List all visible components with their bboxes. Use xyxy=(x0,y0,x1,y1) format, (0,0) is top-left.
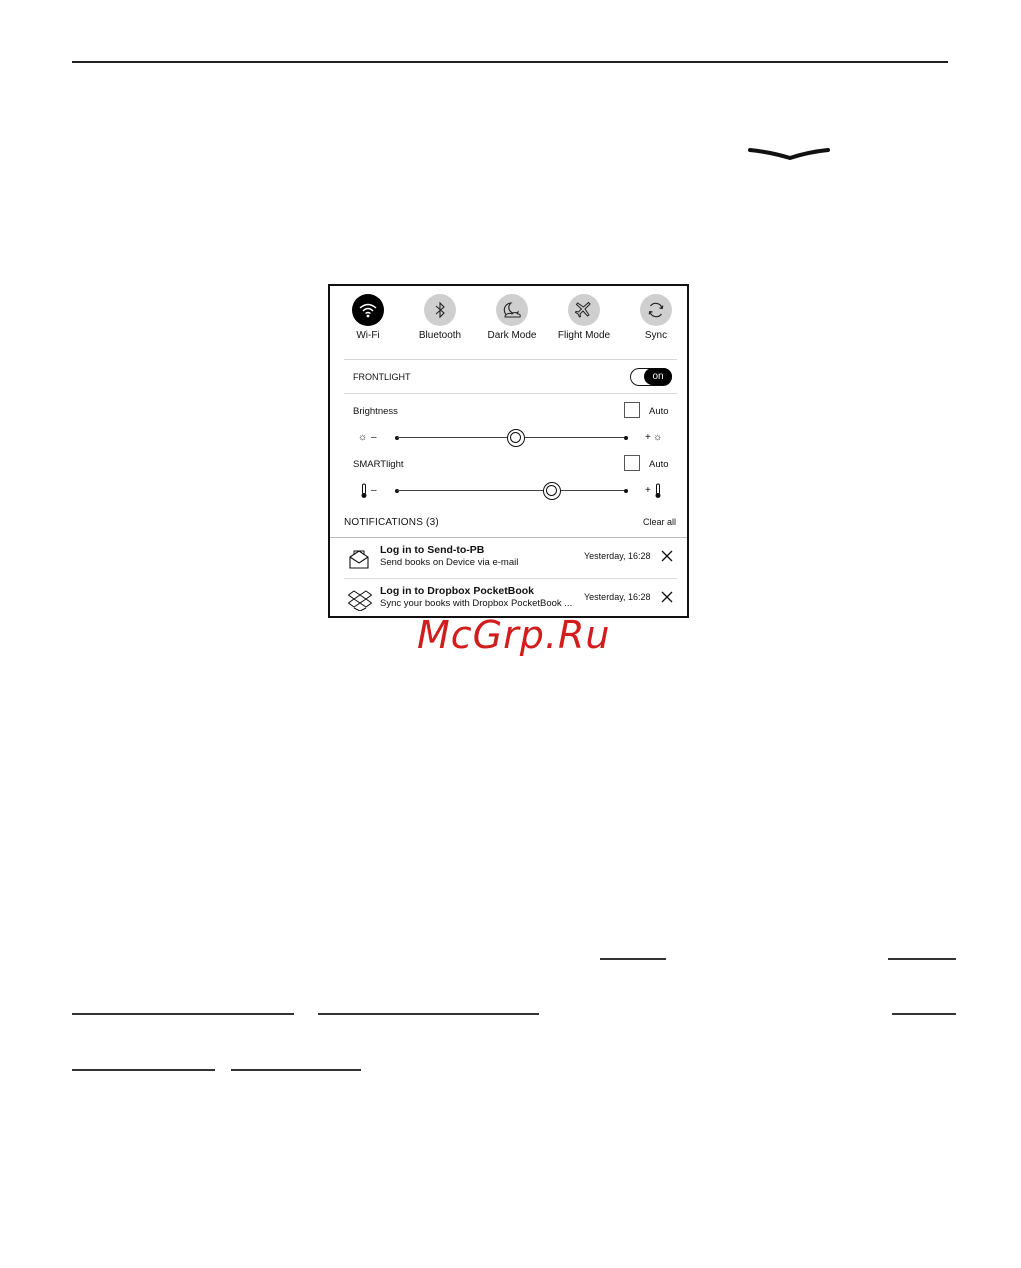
flight-mode-toggle[interactable]: Flight Mode xyxy=(548,294,620,341)
slider-max-dot xyxy=(624,436,628,440)
bluetooth-icon xyxy=(424,294,456,326)
underline-rule xyxy=(72,1069,215,1071)
divider xyxy=(344,393,677,394)
clear-all-button[interactable]: Clear all xyxy=(643,517,676,527)
notification-subtitle: Sync your books with Dropbox PocketBook … xyxy=(380,598,573,609)
thermometer-cold-icon xyxy=(361,483,367,498)
divider xyxy=(330,537,687,538)
slider-max-dot xyxy=(624,489,628,493)
watermark-text: McGrp.Ru xyxy=(417,613,611,657)
sync-toggle[interactable]: Sync xyxy=(620,294,692,341)
underline-rule xyxy=(600,958,666,960)
sun-bright-icon: ☼ xyxy=(653,432,663,443)
smartlight-plus: + xyxy=(645,485,651,496)
dropbox-icon xyxy=(348,590,372,611)
brightness-auto-checkbox[interactable] xyxy=(624,402,640,418)
bluetooth-toggle[interactable]: Bluetooth xyxy=(404,294,476,341)
close-icon[interactable] xyxy=(660,590,674,604)
brightness-plus: + xyxy=(645,432,651,443)
sync-icon xyxy=(640,294,672,326)
notifications-header: NOTIFICATIONS (3) xyxy=(344,517,439,528)
notification-time: Yesterday, 16:28 xyxy=(584,551,651,561)
smartlight-slider-thumb[interactable] xyxy=(543,482,562,500)
divider xyxy=(344,359,677,360)
underline-rule xyxy=(892,1013,956,1015)
dark-mode-label: Dark Mode xyxy=(487,330,537,341)
wifi-toggle[interactable]: Wi-Fi xyxy=(332,294,404,341)
wifi-icon xyxy=(352,294,384,326)
underline-rule xyxy=(231,1069,361,1071)
notification-title: Log in to Dropbox PocketBook xyxy=(380,585,534,597)
smartlight-auto-checkbox[interactable] xyxy=(624,455,640,471)
smartlight-auto-label: Auto xyxy=(649,459,669,470)
brightness-slider-thumb[interactable] xyxy=(506,429,525,447)
notification-subtitle: Send books on Device via e-mail xyxy=(380,557,519,568)
moon-icon xyxy=(496,294,528,326)
brightness-minus: – xyxy=(371,432,377,443)
frontlight-switch[interactable]: on xyxy=(630,368,672,386)
underline-rule xyxy=(318,1013,539,1015)
smartlight-label: SMARTlight xyxy=(353,459,404,470)
brightness-auto-label: Auto xyxy=(649,406,669,417)
page-top-rule xyxy=(72,61,948,63)
smartlight-minus: – xyxy=(371,485,377,496)
divider xyxy=(344,578,677,579)
quick-settings-panel: Wi-Fi Bluetooth Dark Mode Flight Mode Sy… xyxy=(328,284,689,618)
notification-title: Log in to Send-to-PB xyxy=(380,544,485,556)
frontlight-label: FRONTLIGHT xyxy=(353,372,411,382)
brightness-label: Brightness xyxy=(353,406,398,417)
swipe-down-gesture-icon xyxy=(748,148,830,161)
bluetooth-label: Bluetooth xyxy=(418,330,462,341)
frontlight-switch-state: on xyxy=(644,368,672,385)
close-icon[interactable] xyxy=(660,549,674,563)
envelope-icon xyxy=(349,550,369,569)
airplane-icon xyxy=(568,294,600,326)
underline-rule xyxy=(888,958,956,960)
thermometer-warm-icon xyxy=(655,483,661,498)
notification-time: Yesterday, 16:28 xyxy=(584,592,651,602)
sun-dim-icon: ☼ xyxy=(358,432,368,443)
notification-item[interactable]: Log in to Send-to-PB Send books on Devic… xyxy=(330,539,687,579)
smartlight-slider-track[interactable] xyxy=(397,490,625,491)
wifi-label: Wi-Fi xyxy=(356,330,380,341)
sync-label: Sync xyxy=(644,330,668,341)
dark-mode-toggle[interactable]: Dark Mode xyxy=(476,294,548,341)
flight-mode-label: Flight Mode xyxy=(557,330,611,341)
quick-settings-row: Wi-Fi Bluetooth Dark Mode Flight Mode Sy… xyxy=(330,294,687,352)
underline-rule xyxy=(72,1013,294,1015)
